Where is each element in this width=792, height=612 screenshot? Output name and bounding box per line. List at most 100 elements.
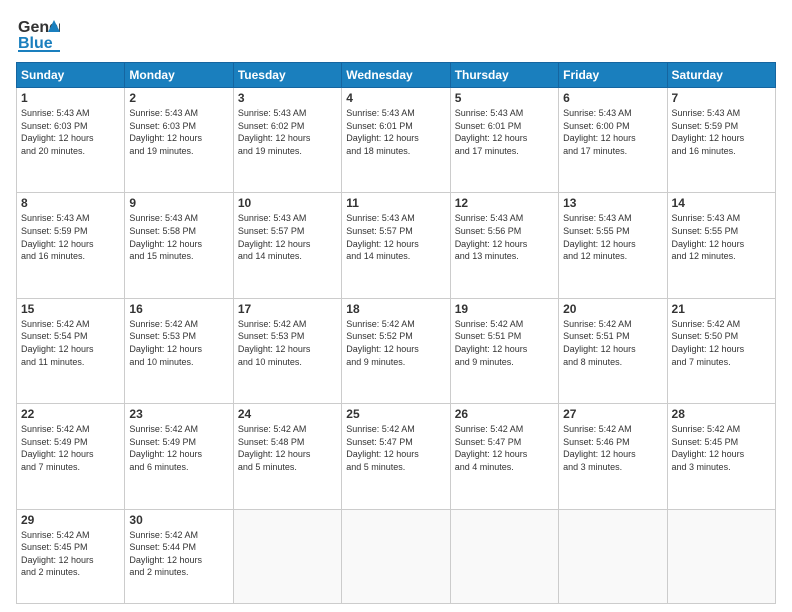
day-cell: 30 Sunrise: 5:42 AM Sunset: 5:44 PM Dayli… — [125, 509, 233, 603]
day-number: 4 — [346, 91, 445, 105]
day-number: 28 — [672, 407, 771, 421]
day-info: Sunrise: 5:42 AM Sunset: 5:54 PM Dayligh… — [21, 318, 120, 368]
day-cell: 28 Sunrise: 5:42 AM Sunset: 5:45 PM Dayli… — [667, 404, 775, 509]
day-cell: 24 Sunrise: 5:42 AM Sunset: 5:48 PM Dayli… — [233, 404, 341, 509]
day-cell: 19 Sunrise: 5:42 AM Sunset: 5:51 PM Dayli… — [450, 298, 558, 403]
day-info: Sunrise: 5:42 AM Sunset: 5:47 PM Dayligh… — [346, 423, 445, 473]
day-info: Sunrise: 5:42 AM Sunset: 5:51 PM Dayligh… — [563, 318, 662, 368]
day-number: 25 — [346, 407, 445, 421]
day-cell: 15Sunrise: 5:42 AM Sunset: 5:54 PM Dayli… — [17, 298, 125, 403]
day-info: Sunrise: 5:43 AM Sunset: 5:58 PM Dayligh… — [129, 212, 228, 262]
day-number: 7 — [672, 91, 771, 105]
day-cell: 12 Sunrise: 5:43 AM Sunset: 5:56 PM Dayli… — [450, 193, 558, 298]
day-info: Sunrise: 5:43 AM Sunset: 5:55 PM Dayligh… — [563, 212, 662, 262]
day-info: Sunrise: 5:43 AM Sunset: 6:01 PM Dayligh… — [455, 107, 554, 157]
day-number: 17 — [238, 302, 337, 316]
day-info: Sunrise: 5:42 AM Sunset: 5:46 PM Dayligh… — [563, 423, 662, 473]
day-cell: 7 Sunrise: 5:43 AM Sunset: 5:59 PM Daylig… — [667, 88, 775, 193]
week-row-2: 8 Sunrise: 5:43 AM Sunset: 5:59 PM Daylig… — [17, 193, 776, 298]
day-number: 6 — [563, 91, 662, 105]
day-cell: 18 Sunrise: 5:42 AM Sunset: 5:52 PM Dayli… — [342, 298, 450, 403]
day-number: 11 — [346, 196, 445, 210]
day-cell — [667, 509, 775, 603]
day-cell: 23 Sunrise: 5:42 AM Sunset: 5:49 PM Dayli… — [125, 404, 233, 509]
day-number: 16 — [129, 302, 228, 316]
day-number: 18 — [346, 302, 445, 316]
day-info: Sunrise: 5:42 AM Sunset: 5:50 PM Dayligh… — [672, 318, 771, 368]
day-info: Sunrise: 5:43 AM Sunset: 5:56 PM Dayligh… — [455, 212, 554, 262]
day-info: Sunrise: 5:43 AM Sunset: 6:03 PM Dayligh… — [21, 107, 120, 157]
day-info: Sunrise: 5:42 AM Sunset: 5:49 PM Dayligh… — [129, 423, 228, 473]
day-number: 8 — [21, 196, 120, 210]
day-info: Sunrise: 5:42 AM Sunset: 5:52 PM Dayligh… — [346, 318, 445, 368]
weekday-header-sunday: Sunday — [17, 63, 125, 88]
day-number: 27 — [563, 407, 662, 421]
weekday-header-saturday: Saturday — [667, 63, 775, 88]
day-info: Sunrise: 5:43 AM Sunset: 5:57 PM Dayligh… — [238, 212, 337, 262]
day-info: Sunrise: 5:43 AM Sunset: 6:01 PM Dayligh… — [346, 107, 445, 157]
day-cell: 2Sunrise: 5:43 AM Sunset: 6:03 PM Daylig… — [125, 88, 233, 193]
day-info: Sunrise: 5:42 AM Sunset: 5:45 PM Dayligh… — [672, 423, 771, 473]
day-info: Sunrise: 5:42 AM Sunset: 5:47 PM Dayligh… — [455, 423, 554, 473]
day-cell: 6Sunrise: 5:43 AM Sunset: 6:00 PM Daylig… — [559, 88, 667, 193]
weekday-header-friday: Friday — [559, 63, 667, 88]
week-row-3: 15Sunrise: 5:42 AM Sunset: 5:54 PM Dayli… — [17, 298, 776, 403]
weekday-header-row: SundayMondayTuesdayWednesdayThursdayFrid… — [17, 63, 776, 88]
day-cell: 21 Sunrise: 5:42 AM Sunset: 5:50 PM Dayli… — [667, 298, 775, 403]
day-cell — [559, 509, 667, 603]
day-cell: 27 Sunrise: 5:42 AM Sunset: 5:46 PM Dayli… — [559, 404, 667, 509]
day-info: Sunrise: 5:43 AM Sunset: 5:57 PM Dayligh… — [346, 212, 445, 262]
page: General Blue SundayMondayTuesdayWednesda… — [0, 0, 792, 612]
svg-text:Blue: Blue — [18, 35, 53, 52]
day-cell: 17 Sunrise: 5:42 AM Sunset: 5:53 PM Dayli… — [233, 298, 341, 403]
day-info: Sunrise: 5:43 AM Sunset: 5:59 PM Dayligh… — [21, 212, 120, 262]
day-number: 5 — [455, 91, 554, 105]
day-number: 21 — [672, 302, 771, 316]
day-number: 26 — [455, 407, 554, 421]
day-cell — [450, 509, 558, 603]
day-number: 19 — [455, 302, 554, 316]
day-number: 24 — [238, 407, 337, 421]
day-cell: 5 Sunrise: 5:43 AM Sunset: 6:01 PM Daylig… — [450, 88, 558, 193]
day-cell — [233, 509, 341, 603]
day-cell: 25 Sunrise: 5:42 AM Sunset: 5:47 PM Dayli… — [342, 404, 450, 509]
week-row-4: 22 Sunrise: 5:42 AM Sunset: 5:49 PM Dayli… — [17, 404, 776, 509]
day-info: Sunrise: 5:42 AM Sunset: 5:51 PM Dayligh… — [455, 318, 554, 368]
calendar-table: SundayMondayTuesdayWednesdayThursdayFrid… — [16, 62, 776, 604]
day-number: 3 — [238, 91, 337, 105]
day-number: 12 — [455, 196, 554, 210]
day-cell: 20 Sunrise: 5:42 AM Sunset: 5:51 PM Dayli… — [559, 298, 667, 403]
day-cell: 3 Sunrise: 5:43 AM Sunset: 6:02 PM Daylig… — [233, 88, 341, 193]
day-number: 10 — [238, 196, 337, 210]
day-info: Sunrise: 5:43 AM Sunset: 5:55 PM Dayligh… — [672, 212, 771, 262]
day-info: Sunrise: 5:42 AM Sunset: 5:45 PM Dayligh… — [21, 529, 120, 579]
day-info: Sunrise: 5:42 AM Sunset: 5:44 PM Dayligh… — [129, 529, 228, 579]
day-number: 29 — [21, 513, 120, 527]
day-number: 20 — [563, 302, 662, 316]
day-info: Sunrise: 5:42 AM Sunset: 5:48 PM Dayligh… — [238, 423, 337, 473]
day-number: 9 — [129, 196, 228, 210]
day-cell: 13 Sunrise: 5:43 AM Sunset: 5:55 PM Dayli… — [559, 193, 667, 298]
day-number: 30 — [129, 513, 228, 527]
day-cell: 26 Sunrise: 5:42 AM Sunset: 5:47 PM Dayli… — [450, 404, 558, 509]
logo-icon: General Blue — [16, 12, 60, 56]
day-info: Sunrise: 5:42 AM Sunset: 5:53 PM Dayligh… — [238, 318, 337, 368]
day-number: 14 — [672, 196, 771, 210]
day-number: 1 — [21, 91, 120, 105]
week-row-5: 29 Sunrise: 5:42 AM Sunset: 5:45 PM Dayli… — [17, 509, 776, 603]
weekday-header-wednesday: Wednesday — [342, 63, 450, 88]
day-number: 13 — [563, 196, 662, 210]
day-info: Sunrise: 5:43 AM Sunset: 6:02 PM Dayligh… — [238, 107, 337, 157]
day-cell: 11 Sunrise: 5:43 AM Sunset: 5:57 PM Dayli… — [342, 193, 450, 298]
day-cell: 22 Sunrise: 5:42 AM Sunset: 5:49 PM Dayli… — [17, 404, 125, 509]
day-cell: 16Sunrise: 5:42 AM Sunset: 5:53 PM Dayli… — [125, 298, 233, 403]
day-cell: 29 Sunrise: 5:42 AM Sunset: 5:45 PM Dayli… — [17, 509, 125, 603]
day-cell: 9 Sunrise: 5:43 AM Sunset: 5:58 PM Daylig… — [125, 193, 233, 298]
day-number: 2 — [129, 91, 228, 105]
day-cell: 8 Sunrise: 5:43 AM Sunset: 5:59 PM Daylig… — [17, 193, 125, 298]
week-row-1: 1 Sunrise: 5:43 AM Sunset: 6:03 PM Daylig… — [17, 88, 776, 193]
day-info: Sunrise: 5:42 AM Sunset: 5:49 PM Dayligh… — [21, 423, 120, 473]
day-number: 22 — [21, 407, 120, 421]
day-number: 23 — [129, 407, 228, 421]
day-info: Sunrise: 5:43 AM Sunset: 5:59 PM Dayligh… — [672, 107, 771, 157]
